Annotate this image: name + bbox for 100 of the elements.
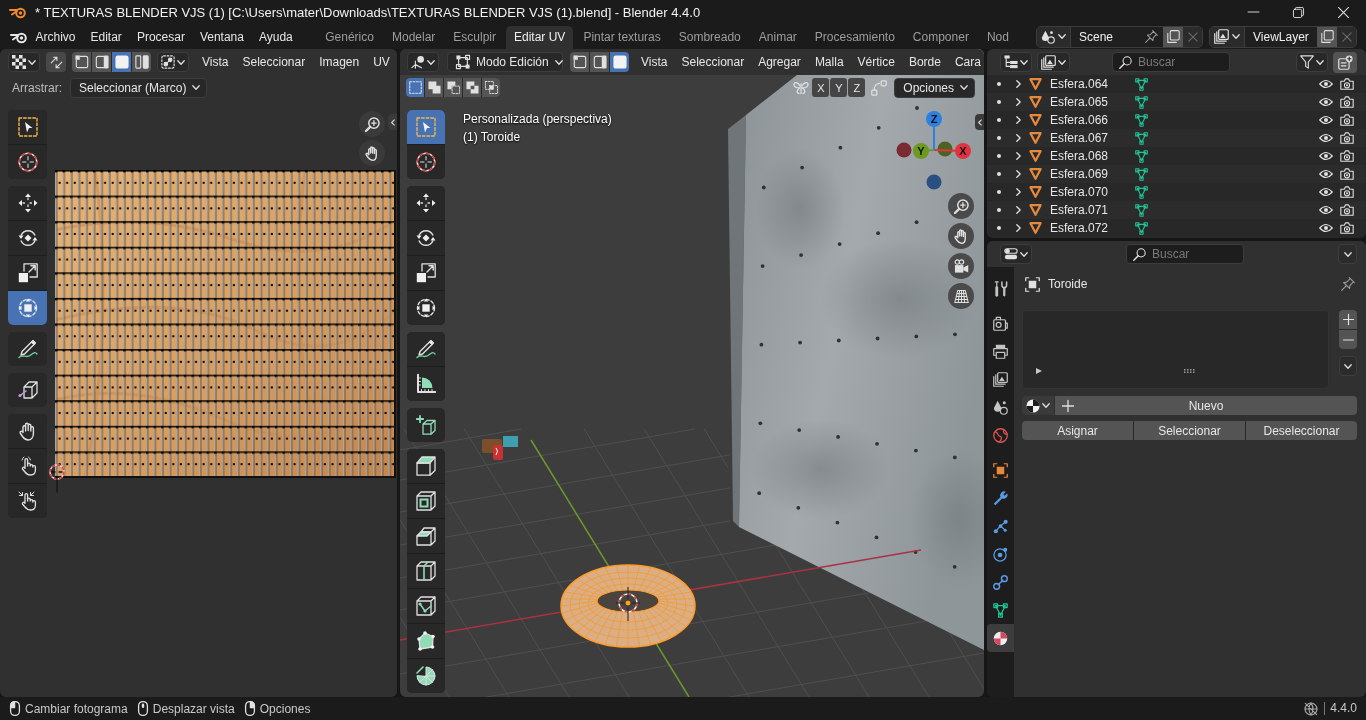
new-scene-button[interactable] — [1163, 26, 1183, 47]
eye-icon[interactable] — [1319, 133, 1333, 143]
options-dropdown[interactable]: Opciones — [894, 77, 975, 98]
disclosure-icon[interactable] — [1015, 116, 1021, 124]
rip-tool[interactable] — [8, 373, 47, 407]
outliner-row[interactable]: Esfera.071 — [987, 201, 1366, 219]
new-material-button[interactable]: Nuevo — [1055, 396, 1357, 415]
search-field[interactable]: Buscar — [1126, 244, 1244, 264]
workspace-tab[interactable]: Esculpir — [445, 26, 504, 49]
face-select-toggle[interactable] — [610, 52, 629, 72]
mode-dropdown[interactable]: Modo Edición — [447, 52, 563, 72]
display-mode-button[interactable] — [1000, 52, 1032, 72]
camera-icon[interactable] — [1340, 114, 1354, 126]
menu-item[interactable]: Vista — [195, 52, 236, 72]
loop-cut-tool[interactable] — [407, 554, 445, 588]
camera-icon[interactable] — [1340, 96, 1354, 108]
intersect-selection-toggle[interactable] — [482, 78, 500, 97]
add-cube-tool[interactable] — [407, 408, 445, 442]
menu-item[interactable]: Archivo — [28, 26, 83, 47]
camera-icon[interactable] — [1340, 204, 1354, 216]
scene-browse-button[interactable] — [1037, 26, 1071, 47]
eye-icon[interactable] — [1319, 205, 1333, 215]
eye-icon[interactable] — [1319, 79, 1333, 89]
pencil-tool[interactable] — [407, 332, 445, 366]
outliner-row[interactable]: Esfera.065 — [987, 93, 1366, 111]
extend-selection-toggle[interactable] — [425, 78, 443, 97]
disclosure-icon[interactable] — [1015, 80, 1021, 88]
face-select-toggle[interactable] — [112, 52, 131, 72]
sidebar-tab[interactable] — [388, 114, 397, 130]
workspace-tab[interactable]: Procesamiento — [806, 26, 903, 49]
camera-icon[interactable] — [1340, 150, 1354, 162]
slot-menu-button[interactable] — [1339, 356, 1357, 376]
zoom-button[interactable] — [359, 111, 385, 137]
bevel-tool[interactable] — [407, 519, 445, 553]
axis-handle[interactable]: X — [933, 143, 971, 159]
new-selection-toggle[interactable] — [406, 78, 424, 97]
island-select-toggle[interactable] — [132, 52, 151, 72]
menu-item[interactable]: Vista — [634, 52, 675, 72]
workspace-tab[interactable]: Componer — [904, 26, 977, 49]
view-layer-selector[interactable]: ViewLayer — [1209, 25, 1357, 48]
workspace-tab[interactable]: Modelar — [383, 26, 444, 49]
rotate-tool[interactable] — [407, 221, 445, 255]
edge-select-toggle[interactable] — [92, 52, 111, 72]
eye-icon[interactable] — [1319, 115, 1333, 125]
axis-toggle[interactable]: X — [812, 78, 830, 97]
transform-tool[interactable] — [407, 291, 445, 325]
axis-toggle[interactable]: Z — [848, 78, 866, 97]
disclosure-icon[interactable] — [1015, 188, 1021, 196]
menu-item[interactable]: Editar — [83, 26, 130, 47]
menu-item[interactable]: Malla — [807, 52, 851, 72]
crosshair-tool[interactable] — [8, 145, 47, 179]
menu-item[interactable]: Borde — [901, 52, 948, 72]
drag-mode-dropdown[interactable]: Seleccionar (Marco) — [70, 77, 208, 98]
play-icon[interactable] — [1036, 368, 1042, 374]
rotate-tool[interactable] — [8, 221, 47, 255]
extrude-tool[interactable] — [407, 449, 445, 483]
menu-item[interactable]: Procesar — [129, 26, 193, 47]
pin-icon[interactable] — [1145, 30, 1158, 43]
material-action-button[interactable]: Asignar — [1022, 421, 1133, 440]
pin-icon[interactable] — [1341, 277, 1355, 291]
sticky-mode-dropdown[interactable] — [157, 52, 189, 72]
pinch-hand-tool[interactable] — [8, 484, 47, 518]
eye-icon[interactable] — [1319, 169, 1333, 179]
material-browse-button[interactable] — [1022, 396, 1054, 415]
workspace-tab[interactable]: Nod — [978, 26, 1011, 49]
move-tool[interactable] — [407, 186, 445, 220]
workspace-tab[interactable]: Animar — [750, 26, 805, 49]
edge-select-toggle[interactable] — [590, 52, 609, 72]
workspace-tab[interactable]: Pintar texturas — [575, 26, 669, 49]
axis-dot-icon[interactable] — [937, 141, 953, 157]
vertex-select-toggle[interactable] — [570, 52, 589, 72]
eye-icon[interactable] — [1319, 97, 1333, 107]
grip-icon[interactable] — [1184, 369, 1195, 373]
eye-icon[interactable] — [1319, 223, 1333, 233]
material-action-button[interactable]: Deseleccionar — [1246, 421, 1357, 440]
menu-item[interactable]: Vértice — [850, 52, 902, 72]
pan-button[interactable] — [359, 140, 385, 166]
disclosure-icon[interactable] — [1015, 152, 1021, 160]
axis-toggle[interactable]: Y — [830, 78, 848, 97]
eye-icon[interactable] — [1319, 151, 1333, 161]
axis-dot-icon[interactable] — [896, 142, 912, 158]
workspace-tab[interactable]: Editar UV — [506, 26, 574, 49]
scene-selector[interactable]: Scene — [1036, 25, 1203, 48]
camera-icon[interactable] — [1340, 222, 1354, 234]
outliner-row[interactable]: Esfera.069 — [987, 165, 1366, 183]
pencil-tool[interactable] — [8, 332, 47, 366]
ruler-tool[interactable] — [407, 367, 445, 401]
material-action-button[interactable]: Seleccionar — [1134, 421, 1245, 440]
outliner-row[interactable]: Esfera.067 — [987, 129, 1366, 147]
invert-selection-toggle[interactable] — [463, 78, 481, 97]
filter-button[interactable] — [1296, 52, 1328, 72]
move-tool[interactable] — [8, 186, 47, 220]
subtract-selection-toggle[interactable] — [444, 78, 462, 97]
crosshair-tool[interactable] — [407, 145, 445, 179]
axis-handle[interactable]: Z — [926, 111, 942, 151]
menu-item[interactable]: UV — [366, 52, 397, 72]
disclosure-icon[interactable] — [1015, 206, 1021, 214]
remove-slot-button[interactable] — [1339, 330, 1357, 349]
dropdown-button[interactable] — [1338, 244, 1357, 264]
menu-item[interactable]: Seleccionar — [235, 52, 313, 72]
